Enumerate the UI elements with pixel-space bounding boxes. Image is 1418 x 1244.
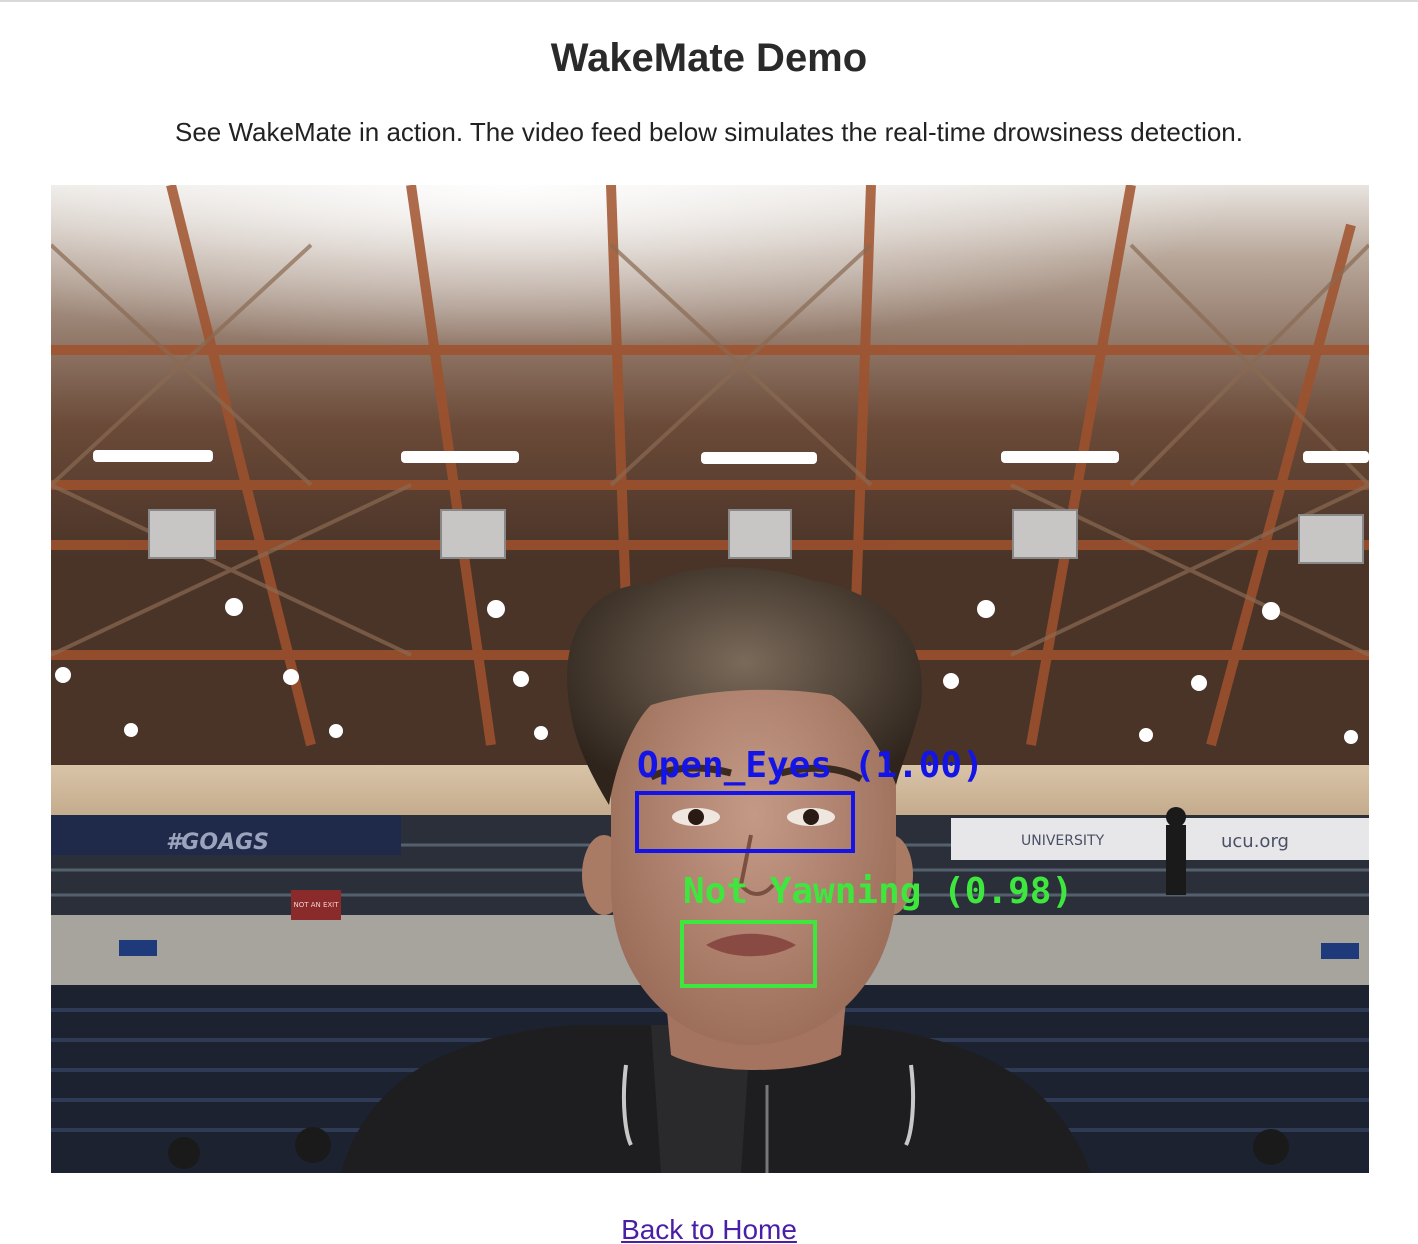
- back-to-home-link[interactable]: Back to Home: [621, 1214, 797, 1244]
- page-title: WakeMate Demo: [550, 36, 868, 80]
- detection-label-mouth: Not Yawning (0.98): [683, 871, 1073, 912]
- banner-university: UNIVERSITY: [1021, 833, 1105, 849]
- exit-sign: NOT AN EXIT: [293, 901, 339, 909]
- page-description: See WakeMate in action. The video feed b…: [175, 117, 1243, 147]
- detection-label-eyes: Open_Eyes (1.00): [637, 745, 984, 786]
- video-frame: #GOAGS UNIVERSITY ucu.org NOT AN EXIT Op…: [51, 185, 1369, 1173]
- video-feed: #GOAGS UNIVERSITY ucu.org NOT AN EXIT Op…: [51, 185, 1369, 1173]
- top-divider: [0, 0, 1418, 2]
- back-link-container: Back to Home: [0, 1214, 1418, 1244]
- banner-url: ucu.org: [1221, 831, 1289, 852]
- banner-goags: #GOAGS: [166, 830, 269, 855]
